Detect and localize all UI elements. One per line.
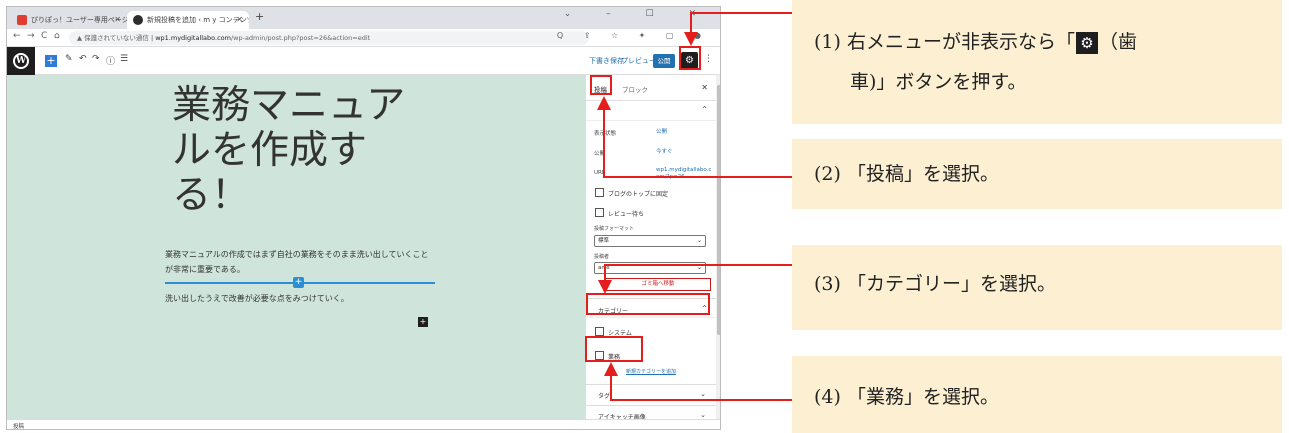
tab-title: ぴりぽっ！ユーザー専用ページ - Wo...	[31, 16, 127, 24]
address-bar-row: ← → C ⌂ ▲ 保護されていない通信 | wp1.mydigitallabo…	[7, 29, 720, 47]
url-host: wp1.mydigitallabo.com	[155, 34, 231, 42]
connector-line	[603, 176, 793, 178]
sticky-checkbox[interactable]	[595, 188, 604, 197]
callout-line: (1) 右メニューが非表示なら「 ⚙ （歯	[814, 22, 1260, 62]
format-label: 投稿フォーマット	[594, 226, 635, 232]
tab-title: 新規投稿を追加 ‹ m y コンテンツフ...	[147, 16, 249, 24]
tab-bar: ぴりぽっ！ユーザー専用ページ - Wo... ✕ 新規投稿を追加 ‹ m y コ…	[7, 7, 720, 29]
inline-inserter-button[interactable]: +	[293, 277, 304, 288]
close-tab-icon[interactable]: ✕	[114, 11, 121, 29]
home-icon[interactable]: ⌂	[54, 31, 60, 41]
chevron-down-icon[interactable]: ⌄	[700, 411, 706, 419]
reload-icon[interactable]: C	[41, 31, 47, 41]
highlight-business-category	[585, 336, 643, 362]
move-to-trash-button[interactable]: ゴミ箱へ移動	[605, 278, 711, 291]
redo-icon[interactable]: ↷	[92, 54, 100, 64]
visibility-label: 表示状態	[594, 131, 617, 137]
chevron-down-icon: ⌄	[696, 237, 702, 244]
list-view-icon[interactable]: ☰	[120, 54, 128, 64]
category-checkbox-system[interactable]	[595, 327, 604, 336]
editor-toolbar: W + ✎ ↶ ↷ ⓘ ☰ 下書き保存 プレビュー 公開 ⚙ ⋮	[7, 47, 720, 75]
pen-icon[interactable]: ✎	[65, 54, 73, 64]
forward-icon[interactable]: →	[27, 31, 35, 41]
paragraph-block[interactable]: 業務マニュアルの作成ではまず自社の業務をそのまま洗い出していくことが非常に重要で…	[165, 247, 433, 277]
pending-checkbox[interactable]	[595, 208, 604, 217]
new-tab-button[interactable]: +	[255, 10, 264, 23]
close-tab-icon[interactable]: ✕	[236, 11, 243, 29]
post-title[interactable]: 業務マニュアルを作成する！	[172, 83, 412, 218]
visibility-value[interactable]: 公開	[656, 129, 667, 136]
block-add-button[interactable]: +	[418, 317, 428, 327]
callout-step-4: (4) 「業務」を選択。	[792, 356, 1282, 433]
connector-line	[610, 399, 793, 401]
arrow-down-icon	[684, 32, 698, 46]
url-value[interactable]: wp1.mydigitallabo.com/?p=26	[656, 167, 712, 181]
close-sidebar-icon[interactable]: ✕	[701, 83, 708, 92]
preview-button[interactable]: プレビュー	[621, 56, 656, 66]
connector-line	[604, 264, 793, 266]
arrow-up-icon	[597, 96, 611, 110]
connector-line	[690, 12, 793, 14]
sticky-label: ブログのトップに固定	[608, 191, 669, 198]
editor-canvas[interactable]: 業務マニュアルを作成する！ 業務マニュアルの作成ではまず自社の業務をそのまま洗い…	[7, 75, 585, 419]
info-icon[interactable]: ⓘ	[106, 54, 115, 67]
connector-line	[603, 108, 605, 178]
insecure-warning[interactable]: ▲ 保護されていない通信	[77, 34, 149, 42]
wordpress-icon: W	[13, 53, 29, 69]
undo-icon[interactable]: ↶	[79, 54, 87, 64]
wordpress-logo-button[interactable]: W	[7, 47, 35, 75]
browser-tab-1[interactable]: ぴりぽっ！ユーザー専用ページ - Wo... ✕	[11, 11, 127, 29]
tab-block[interactable]: ブロック	[622, 84, 648, 94]
add-new-category-link[interactable]: 新規カテゴリーを追加	[626, 368, 676, 375]
author-label: 投稿者	[594, 254, 610, 260]
tag-panel-header[interactable]: タグ ⌄	[586, 384, 716, 404]
gear-icon: ⚙	[1075, 32, 1098, 54]
connector-line	[690, 12, 692, 34]
scrollbar-thumb[interactable]	[717, 85, 720, 335]
status-bar-label: 投稿	[13, 424, 25, 430]
format-select[interactable]: 標準 ⌄	[594, 235, 706, 247]
highlight-post-tab	[590, 75, 612, 95]
publish-value[interactable]: 今すぐ	[656, 149, 673, 156]
connector-line	[610, 374, 612, 401]
publish-button[interactable]: 公開	[653, 54, 675, 68]
callout-step-1: (1) 右メニューが非表示なら「 ⚙ （歯 車)」ボタンを押す。	[792, 0, 1282, 124]
chevron-down-icon[interactable]: ⌄	[700, 390, 706, 398]
address-bar[interactable]: ▲ 保護されていない通信 | wp1.mydigitallabo.com/wp-…	[69, 31, 589, 45]
back-icon[interactable]: ←	[13, 31, 21, 41]
sidebar-scrollbar[interactable]	[716, 75, 720, 419]
callout-text: （歯	[1098, 31, 1137, 53]
tag-panel-title: タグ	[598, 393, 611, 400]
add-block-button[interactable]: +	[45, 55, 57, 67]
callout-step-3: (3) 「カテゴリー」を選択。	[792, 245, 1282, 330]
save-draft-button[interactable]: 下書き保存	[589, 56, 624, 66]
more-options-icon[interactable]: ⋮	[704, 54, 713, 64]
browser-tab-2[interactable]: 新規投稿を追加 ‹ m y コンテンツフ... ✕	[127, 11, 249, 29]
url-path: /wp-admin/post.php?post=26&action=edit	[230, 34, 371, 42]
app-favicon-icon	[17, 15, 27, 25]
arrow-up-icon	[604, 362, 618, 376]
pending-label: レビュー待ち	[608, 211, 645, 218]
highlight-settings-button	[679, 46, 701, 70]
format-value: 標準	[598, 238, 610, 244]
highlight-category-header	[586, 293, 710, 315]
arrow-down-icon	[598, 280, 612, 294]
chevron-up-icon[interactable]: ⌃	[701, 105, 708, 114]
callout-text: 車)」ボタンを押す。	[850, 71, 1027, 93]
paragraph-block[interactable]: 洗い出したうえで改善が必要な点をみつけていく。	[165, 293, 349, 304]
callout-text: (1) 右メニューが非表示なら「	[814, 31, 1075, 53]
wordpress-favicon-icon	[133, 15, 143, 25]
callout-step-2: (2) 「投稿」を選択。	[792, 139, 1282, 209]
editor-status-bar: 投稿	[7, 419, 720, 430]
